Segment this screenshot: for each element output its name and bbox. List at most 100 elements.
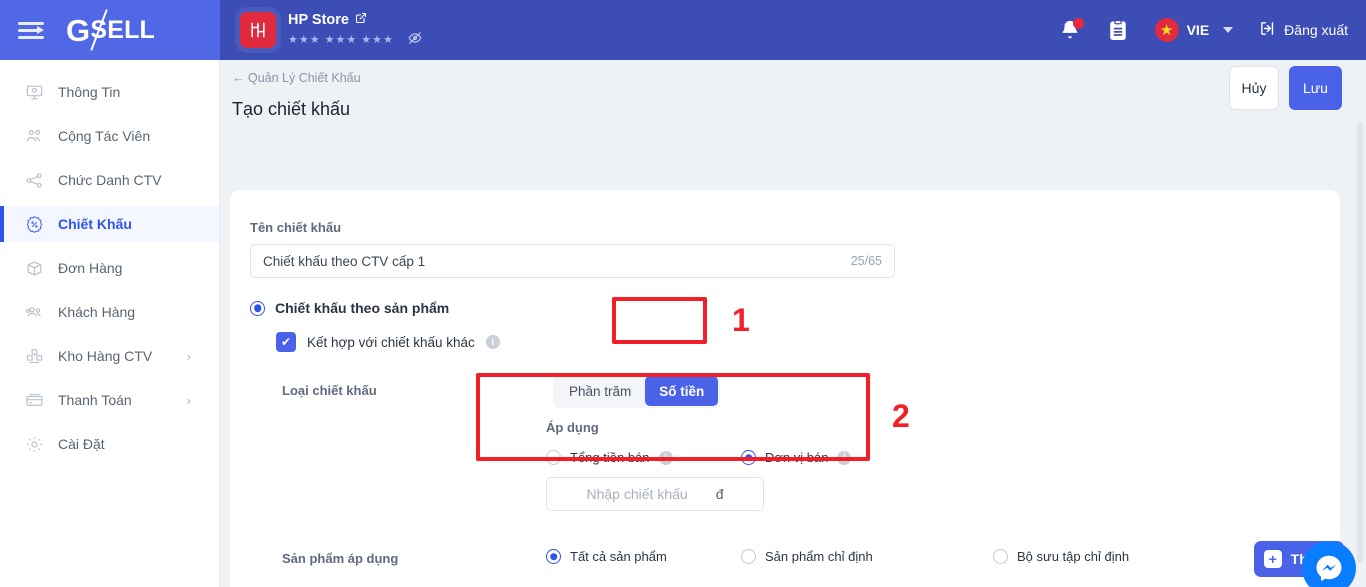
logout-button[interactable]: Đăng xuất [1259,20,1348,40]
store-info: HP Store ★★★ ★★★ ★★★ [288,12,422,48]
sidebar-label: Cài Đặt [58,436,105,452]
sidebar-item-chuc-danh-ctv[interactable]: Chức Danh CTV [0,162,219,198]
product-discount-radio[interactable] [250,300,265,316]
share-nodes-icon [24,170,44,190]
sidebar-label: Thông Tin [58,84,121,100]
discount-type-segmented-control: Phần trăm Số tiền [553,374,721,408]
credit-card-icon [24,390,44,410]
product-discount-label: Chiết khấu theo sản phẩm [275,300,450,316]
external-link-icon[interactable] [355,12,367,28]
discount-amount-input[interactable]: Nhập chiết khấu đ [546,477,764,511]
applied-products-option-all-label: Tất cả sản phẩm [570,549,667,564]
eye-off-icon[interactable] [408,31,422,48]
store-rating: ★★★ ★★★ ★★★ [288,31,422,48]
sidebar-item-thanh-toan[interactable]: Thanh Toán › [0,382,219,418]
page-header-actions: Hủy Lưu [1229,66,1342,110]
sidebar-item-thong-tin[interactable]: Thông Tin [0,74,219,110]
store-switcher[interactable]: HP Store ★★★ ★★★ ★★★ [240,12,422,48]
discount-name-counter: 25/65 [850,254,882,268]
logout-label: Đăng xuất [1284,22,1348,38]
discount-type-option-percent[interactable]: Phần trăm [555,376,645,406]
info-icon[interactable]: i [658,450,673,465]
chevron-right-icon[interactable]: › [187,349,191,364]
sidebar-item-don-hang[interactable]: Đơn Hàng [0,250,219,286]
monitor-info-icon [24,82,44,102]
sidebar-label: Cộng Tác Viên [58,128,151,144]
discount-form: Tên chiết khấu Chiết khấu theo CTV cấp 1… [230,190,1340,587]
sidebar-item-kho-hang-ctv[interactable]: Kho Hàng CTV › [0,338,219,374]
gosell-logo[interactable]: GSELL [66,8,156,51]
top-bar-main: HP Store ★★★ ★★★ ★★★ ★ VIE Đăng xuất [220,0,1366,60]
chevron-right-icon[interactable]: › [187,393,191,408]
applied-products-option-specific-row[interactable]: Sản phẩm chỉ định [741,549,873,564]
save-button[interactable]: Lưu [1289,66,1342,110]
sidebar-label: Đơn Hàng [58,260,123,276]
breadcrumb[interactable]: ← Quản Lý Chiết Khấu [232,71,361,85]
page-header: ← Quản Lý Chiết Khấu Tạo chiết khấu Hủy … [220,60,1366,130]
chevron-down-icon[interactable] [1223,27,1234,33]
logo-text-g: G [66,12,91,48]
combine-discount-checkbox[interactable]: ✔ [276,332,296,352]
discount-name-input[interactable]: Chiết khấu theo CTV cấp 1 25/65 [250,244,895,278]
apply-option-total-radio[interactable] [546,450,561,465]
annotation-number-1: 1 [732,302,750,338]
info-icon[interactable]: i [485,335,500,349]
discount-form-card: Tên chiết khấu Chiết khấu theo CTV cấp 1… [230,190,1340,587]
apply-option-unit-label: Đơn vị bán [765,450,829,465]
sidebar: Thông Tin Cộng Tác Viên Chức Danh CTV Ch… [0,60,220,587]
apply-option-unit-row[interactable]: Đơn vị bán i [741,450,852,465]
sidebar-item-cong-tac-vien[interactable]: Cộng Tác Viên [0,118,219,154]
sidebar-item-khach-hang[interactable]: Khách Hàng [0,294,219,330]
hamburger-icon[interactable] [18,20,44,40]
applied-products-option-collection-label: Bộ sưu tập chỉ định [1017,549,1130,564]
store-name-label: HP Store [288,12,349,28]
notification-badge [1072,18,1084,29]
discount-type-label: Loại chiết khấu [282,383,377,398]
apply-option-unit-radio[interactable] [741,450,756,465]
apply-label: Áp dụng [546,420,599,435]
currency-symbol: đ [715,486,724,502]
top-bar-actions: ★ VIE Đăng xuất [1059,18,1348,42]
product-discount-radio-row[interactable]: Chiết khấu theo sản phẩm [250,300,1340,316]
applied-products-option-specific-label: Sản phẩm chỉ định [765,549,873,564]
sidebar-item-cai-dat[interactable]: Cài Đặt [0,426,219,462]
applied-products-option-collection-radio[interactable] [993,549,1008,564]
page-content: ← Quản Lý Chiết Khấu Tạo chiết khấu Hủy … [220,60,1366,587]
language-selector[interactable]: ★ VIE [1154,18,1234,42]
applied-products-option-collection-row[interactable]: Bộ sưu tập chỉ định [993,549,1129,564]
gear-icon [24,434,44,454]
discount-name-value: Chiết khấu theo CTV cấp 1 [263,253,426,269]
percent-badge-icon [24,214,44,234]
combine-discount-row[interactable]: ✔ Kết hợp với chiết khấu khác i [276,332,1340,352]
applied-products-option-all-radio[interactable] [546,549,561,564]
info-icon[interactable]: i [837,450,852,465]
page-title: Tạo chiết khấu [232,99,351,119]
apply-option-total-row[interactable]: Tổng tiền bán i [546,450,673,465]
store-name-row: HP Store [288,12,422,28]
applied-products-option-specific-radio[interactable] [741,549,756,564]
warehouse-icon [24,346,44,366]
store-logo-icon [240,12,276,48]
discount-type-option-amount[interactable]: Số tiền [645,376,719,406]
bell-icon[interactable] [1059,18,1084,41]
discount-amount-placeholder: Nhập chiết khấu [586,486,688,502]
flag-star-glyph: ★ [1159,21,1174,39]
apply-option-total-label: Tổng tiền bán [570,450,650,465]
box-icon [24,258,44,278]
vietnam-flag-icon: ★ [1154,18,1179,42]
applied-products-row: Sản phẩm áp dụng Tất cả sản phẩm Sản phẩ… [250,548,1340,587]
messenger-icon[interactable] [1302,541,1356,587]
collaborator-icon [24,126,44,146]
applied-products-option-all-row[interactable]: Tất cả sản phẩm [546,549,667,564]
sidebar-label: Kho Hàng CTV [58,348,153,364]
logo-text-ell: ELL [107,15,156,44]
clipboard-icon[interactable] [1107,19,1129,41]
sidebar-label: Khách Hàng [58,304,136,320]
logout-icon [1259,20,1276,40]
check-icon: ✔ [280,335,292,349]
language-label: VIE [1186,22,1210,38]
vertical-scrollbar[interactable] [1357,122,1363,562]
cancel-button[interactable]: Hủy [1229,66,1279,110]
plus-icon: + [1263,550,1282,568]
sidebar-item-chiet-khau[interactable]: Chiết Khấu [0,206,219,242]
